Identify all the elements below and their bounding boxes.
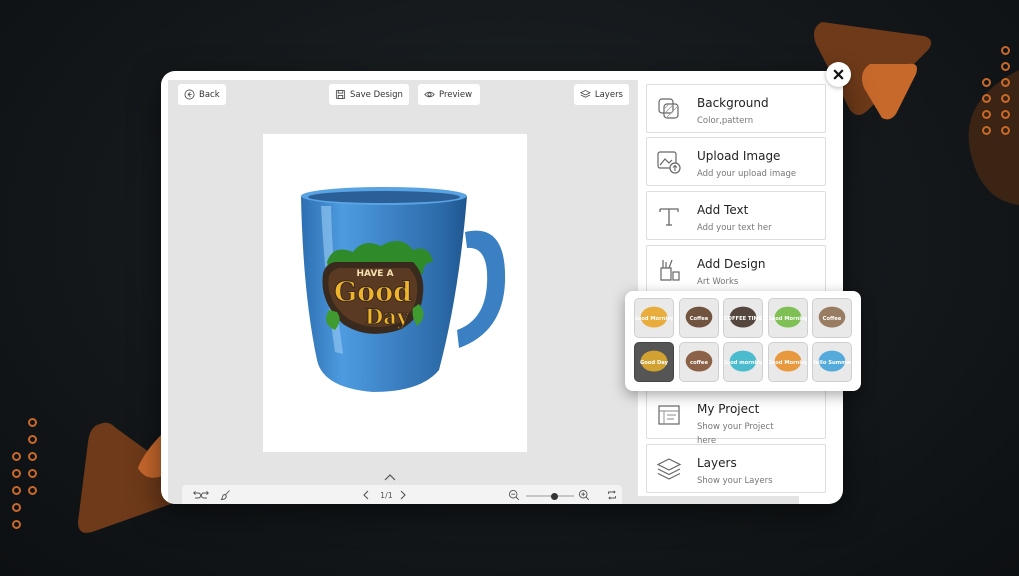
design-artwork-icon: Coffee	[685, 306, 712, 328]
sidebar-item-title: My Project	[697, 402, 760, 416]
close-icon	[833, 69, 844, 80]
chevron-up-icon[interactable]	[384, 473, 396, 481]
design-thumbnail-text: Good morning	[724, 360, 762, 366]
design-thumbnail-text: Hello Summer	[813, 360, 851, 366]
zoom-in-button[interactable]	[578, 489, 590, 501]
tools-sidebar: Background Color,pattern Upload Image Ad…	[638, 80, 833, 496]
layers-toolbar-label: Layers	[594, 89, 623, 100]
good-day-sticker[interactable]: HAVE A Good Day	[322, 240, 433, 334]
layers-toolbar-button[interactable]: Layers	[574, 84, 629, 105]
design-thumbnail[interactable]: Good Day	[634, 342, 674, 382]
back-label: Back	[199, 89, 220, 100]
sidebar-item-title: Add Design	[697, 257, 766, 271]
save-design-label: Save Design	[350, 89, 403, 100]
background-icon	[658, 98, 679, 119]
sidebar-item-add-design[interactable]: Add Design Art Works	[646, 245, 826, 294]
design-thumbnail-text: Good Morning	[769, 316, 807, 322]
text-icon	[659, 208, 679, 226]
sidebar-item-title: Add Text	[697, 203, 749, 217]
preview-button[interactable]: Preview	[418, 84, 480, 105]
project-icon	[658, 405, 680, 425]
zoom-in-icon	[578, 489, 590, 501]
layers-icon	[580, 89, 591, 98]
back-button[interactable]: Back	[178, 84, 226, 105]
preview-label: Preview	[439, 89, 473, 100]
design-thumbnail[interactable]: Coffee	[812, 298, 852, 338]
design-thumbnail[interactable]: COFFEE TIME	[723, 298, 763, 338]
sidebar-item-background[interactable]: Background Color,pattern	[646, 84, 826, 133]
design-thumbnail[interactable]: Good morning	[723, 342, 763, 382]
design-artwork-icon: Good Morning	[635, 306, 673, 328]
design-picker-popup: Good Morning Coffee COFFEE TIME Good Mornin…	[625, 291, 861, 391]
design-thumbnail[interactable]: Coffee	[678, 298, 719, 338]
sidebar-item-subtitle: Add your text her	[697, 223, 772, 233]
zoom-slider-thumb[interactable]	[551, 492, 559, 500]
design-thumbnail-text: Coffee	[689, 316, 708, 322]
design-artwork-icon: COFFEE TIME	[724, 306, 762, 328]
chevron-left-icon	[363, 490, 369, 500]
mug-product[interactable]: HAVE A Good Day	[263, 134, 527, 452]
back-arrow-icon	[184, 89, 195, 100]
design-artwork-icon: Hello Summer	[813, 350, 851, 372]
sticker-line3: Day	[365, 304, 410, 329]
design-artwork-icon: Good morning	[724, 350, 762, 372]
zoom-out-button[interactable]	[508, 489, 520, 501]
design-artwork-icon: Good Morning	[769, 350, 807, 372]
save-design-button[interactable]: Save Design	[329, 84, 409, 105]
bottom-toolbar: 1/1	[182, 485, 622, 504]
page-indicator: 1/1	[380, 491, 393, 500]
upload-image-icon	[657, 151, 681, 174]
sidebar-item-subtitle: Color,pattern	[697, 116, 754, 126]
design-thumbnail[interactable]: Hello Summer	[812, 342, 852, 382]
design-thumbnail[interactable]: Good Morning	[767, 298, 808, 338]
next-page-button[interactable]	[397, 489, 409, 501]
refresh-icon	[608, 490, 616, 500]
close-button[interactable]	[826, 62, 851, 87]
design-thumbnail-text: Good Morning	[769, 360, 807, 366]
sidebar-item-upload-image[interactable]: Upload Image Add your upload image	[646, 137, 826, 186]
zoom-slider[interactable]	[526, 492, 574, 500]
design-thumbnail[interactable]: coffee	[678, 342, 719, 382]
artboard[interactable]: HAVE A Good Day	[263, 134, 527, 452]
design-artwork-icon: Good Morning	[769, 306, 807, 328]
reset-view-button[interactable]	[606, 489, 618, 501]
prev-page-button[interactable]	[360, 489, 372, 501]
design-thumbnail-text: COFFEE TIME	[724, 316, 762, 322]
layers-icon	[656, 458, 682, 480]
editor-window: Back Save Design Preview Layers HAVE A G…	[161, 71, 843, 504]
design-thumbnail-text: coffee	[690, 360, 708, 366]
sidebar-item-title: Layers	[697, 456, 737, 470]
eye-icon	[424, 91, 435, 98]
clean-button[interactable]	[220, 489, 232, 501]
sidebar-item-title: Background	[697, 96, 769, 110]
decor-dots-left	[12, 418, 37, 529]
brush-icon	[220, 490, 230, 500]
save-icon	[335, 89, 346, 100]
decor-dots-right	[982, 46, 1010, 135]
chevron-right-icon	[400, 490, 406, 500]
design-icon	[660, 259, 680, 281]
design-thumbnail-text: Good Morning	[635, 316, 673, 322]
zoom-out-icon	[508, 489, 520, 501]
sidebar-item-title: Upload Image	[697, 149, 781, 163]
sidebar-item-add-text[interactable]: Add Text Add your text her	[646, 191, 826, 240]
design-thumbnail[interactable]: Good Morning	[767, 342, 808, 382]
sidebar-item-subtitle: Show your Layers	[697, 476, 773, 486]
design-thumbnail-text: Coffee	[823, 316, 842, 322]
design-thumbnail-text: Good Day	[640, 360, 669, 366]
design-artwork-icon: Good Day	[640, 350, 669, 372]
sidebar-item-subtitle: Art Works	[697, 277, 739, 287]
design-artwork-icon: Coffee	[818, 306, 846, 328]
sidebar-item-layers[interactable]: Layers Show your Layers	[646, 444, 826, 493]
redo-icon	[201, 490, 209, 499]
design-thumbnail[interactable]: Good Morning	[634, 298, 674, 338]
sidebar-item-subtitle: Add your upload image	[697, 169, 797, 179]
sidebar-item-my-project[interactable]: My Project Show your Project here	[646, 390, 826, 446]
redo-button[interactable]	[200, 489, 212, 501]
design-artwork-icon: coffee	[685, 350, 712, 372]
